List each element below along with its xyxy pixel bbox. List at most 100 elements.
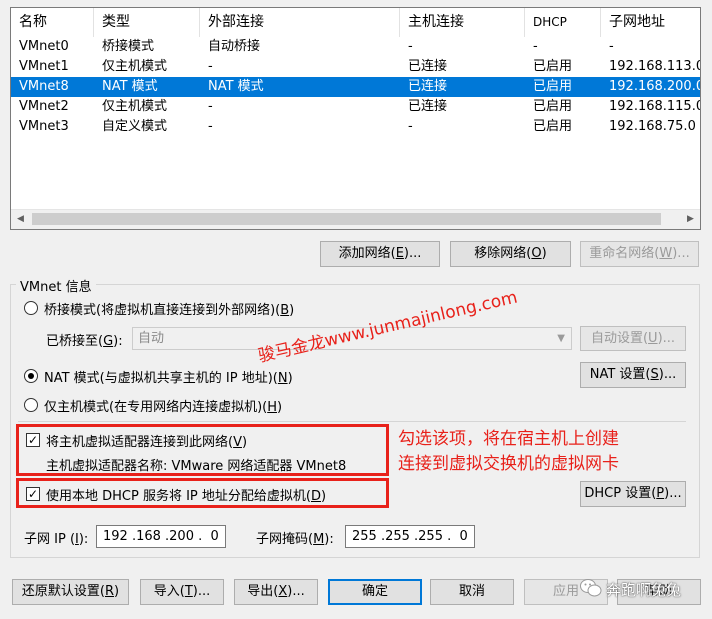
export-button[interactable]: 导出(X)... [234,579,318,605]
button-suffix: )... [658,367,677,382]
cell-type: 自定义模式 [102,119,168,134]
column-header-host[interactable]: 主机连接 [400,8,525,37]
rename-network-button[interactable]: 重命名网络(W)... [580,241,699,267]
cancel-button[interactable]: 取消 [430,579,514,605]
nat-mode-label[interactable]: NAT 模式(与虚拟机共享主机的 IP 地址)(N) [44,367,293,386]
column-header-name[interactable]: 名称 [11,8,94,37]
restore-defaults-button[interactable]: 还原默认设置(R) [12,579,129,605]
cell-external: 自动桥接 [208,39,261,54]
horizontal-scrollbar[interactable]: ◀ ▶ [11,209,700,229]
ok-button[interactable]: 确定 [328,579,422,605]
table-header: 名称 类型 外部连接 主机连接 DHCP 子网地址 [11,8,700,37]
table-row[interactable]: VMnet2 仅主机模式 - 已连接 已启用 192.168.115.0 [11,97,700,117]
label-suffix: ): [78,532,89,547]
cell-dhcp: 已启用 [533,59,573,74]
label-suffix: ): [113,334,123,349]
label-text: 子网掩码( [256,532,314,547]
cell-dhcp: 已启用 [533,99,573,114]
table-row-selected[interactable]: VMnet8 NAT 模式 NAT 模式 已连接 已启用 192.168.200… [11,77,700,97]
bridged-mode-radio[interactable] [24,301,38,315]
label-text: 仅主机模式(在专用网络内连接虚拟机)( [44,400,268,415]
wechat-icon [580,578,602,598]
label-accesskey: H [267,400,277,415]
button-accesskey: O [531,246,542,261]
cell-name: VMnet3 [19,119,69,134]
cell-name: VMnet8 [19,79,69,94]
label-accesskey: G [103,334,114,349]
button-suffix: )... [403,246,422,261]
button-label: 导出( [247,584,279,599]
table-row[interactable]: VMnet0 桥接模式 自动桥接 - - - [11,37,700,57]
vmnet-info-label: VMnet 信息 [16,276,96,295]
cell-host: 已连接 [408,59,448,74]
cell-type: 仅主机模式 [102,99,168,114]
chevron-down-icon: ▼ [557,333,565,344]
label-suffix: ) [277,400,283,415]
column-header-dhcp[interactable]: DHCP [525,8,601,37]
host-only-label[interactable]: 仅主机模式(在专用网络内连接虚拟机)(H) [44,396,282,415]
button-label: 添加网络( [338,246,396,261]
cell-dhcp: 已启用 [533,119,573,134]
button-suffix: )... [192,584,211,599]
label-suffix: ): [324,532,334,547]
highlight-dhcp-box [16,478,389,508]
column-header-external[interactable]: 外部连接 [200,8,400,37]
add-network-button[interactable]: 添加网络(E)... [320,241,440,267]
dhcp-settings-button[interactable]: DHCP 设置(P)... [580,481,686,507]
subnet-ip-label: 子网 IP (I): [24,528,88,547]
button-accesskey: S [650,367,659,382]
button-label: 移除网络( [474,246,532,261]
cell-type: 桥接模式 [102,39,155,54]
label-text: 已桥接至( [46,334,104,349]
import-button[interactable]: 导入(T)... [140,579,224,605]
cell-host: 已连接 [408,79,448,94]
button-accesskey: E [395,246,404,261]
scrollbar-thumb[interactable] [32,213,661,225]
cell-host: - [408,119,413,134]
button-suffix: )... [287,584,305,599]
button-accesskey: W [659,246,673,261]
label-accesskey: M [313,532,325,547]
remove-network-button[interactable]: 移除网络(O) [450,241,571,267]
wechat-account-name: 奔跑啊兔兔 [606,581,682,599]
button-suffix: )... [672,246,690,261]
button-accesskey: U [648,331,658,346]
cell-subnet: 192.168.75.0 [609,119,696,134]
cell-dhcp: 已启用 [533,79,573,94]
column-header-subnet[interactable]: 子网地址 [601,8,700,37]
button-suffix: )... [664,486,682,501]
cell-subnet: - [609,39,614,54]
button-label: 还原默认设置( [21,584,105,599]
table-row[interactable]: VMnet1 仅主机模式 - 已连接 已启用 192.168.113.0 [11,57,700,77]
network-list[interactable]: 名称 类型 外部连接 主机连接 DHCP 子网地址 VMnet0 桥接模式 自动… [10,7,701,230]
cell-name: VMnet2 [19,99,69,114]
auto-settings-button[interactable]: 自动设置(U)... [580,326,686,351]
cell-name: VMnet1 [19,59,69,74]
annotation-text-line2: 连接到虚拟交换机的虚拟网卡 [398,454,619,474]
column-header-type[interactable]: 类型 [94,8,200,37]
cell-dhcp: - [533,39,538,54]
scroll-right-icon[interactable]: ▶ [681,210,700,229]
button-accesskey: T [184,584,193,599]
nat-settings-button[interactable]: NAT 设置(S)... [580,362,686,388]
bridged-mode-label[interactable]: 桥接模式(将虚拟机直接连接到外部网络)(B) [44,299,294,318]
button-suffix: ) [114,584,120,599]
divider [18,421,686,422]
highlight-connect-adapter-box [16,424,389,476]
bridged-to-label: 已桥接至(G): [46,330,123,349]
label-text: 子网 IP ( [24,532,76,547]
subnet-mask-input[interactable]: 255 .255 .255 . 0 [345,525,475,548]
table-row[interactable]: VMnet3 自定义模式 - - 已启用 192.168.75.0 [11,117,700,137]
label-suffix: ) [287,371,293,386]
scroll-left-icon[interactable]: ◀ [11,210,30,229]
subnet-ip-input[interactable]: 192 .168 .200 . 0 [96,525,226,548]
host-only-radio[interactable] [24,398,38,412]
label-suffix: ) [289,303,295,318]
nat-mode-radio[interactable] [24,369,38,383]
cell-external: - [208,99,213,114]
button-label: 导入( [153,584,185,599]
button-label: DHCP 设置( [584,486,657,501]
cell-subnet: 192.168.113.0 [609,59,701,74]
cell-name: VMnet0 [19,39,69,54]
cell-subnet: 192.168.115.0 [609,99,701,114]
